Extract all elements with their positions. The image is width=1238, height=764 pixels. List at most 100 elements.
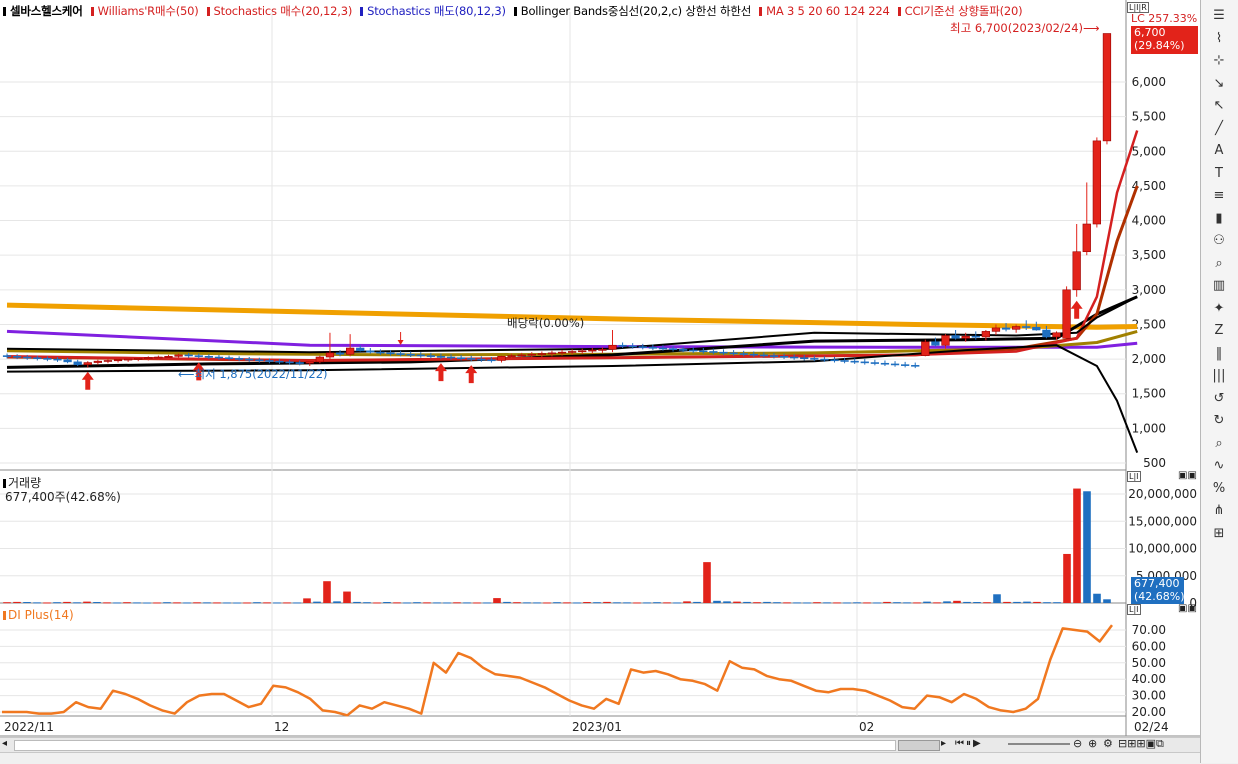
horizontal-scrollbar[interactable]: ◂ ▸ ⏮⏸▶ ⊖ ⊕ ⚙ ⊟⊞⊞▣⧉ xyxy=(0,737,1200,752)
candle-body xyxy=(224,357,234,360)
volume-current: 677,400주(42.68%) xyxy=(5,490,121,504)
candle-body xyxy=(557,351,567,354)
volume-bar xyxy=(163,602,171,604)
candle-body xyxy=(668,348,678,351)
redo-icon[interactable]: ↻ xyxy=(1207,411,1231,431)
candle-body xyxy=(144,357,153,360)
price-tick-label: 500 xyxy=(1143,456,1166,470)
candle-body xyxy=(618,344,627,347)
undo-icon[interactable]: ↺ xyxy=(1207,389,1231,409)
z-icon[interactable]: Z xyxy=(1207,321,1231,341)
candle-body xyxy=(769,355,779,357)
volume-bar xyxy=(1063,553,1071,603)
price-tick-label: 5,500 xyxy=(1132,110,1166,124)
candle-body xyxy=(83,362,92,365)
volume-box-pct: (42.68%) xyxy=(1134,590,1185,603)
volume-bar xyxy=(1073,488,1081,603)
search-doc-icon[interactable]: ⌕ xyxy=(1207,254,1231,274)
auto-icon[interactable]: A xyxy=(1207,141,1231,161)
bar-chart-icon[interactable]: ▥ xyxy=(1207,276,1231,296)
volume-box-value: 677,400 xyxy=(1134,577,1180,590)
volume-bar xyxy=(743,601,751,603)
volume-bar xyxy=(353,601,361,603)
volume-bar xyxy=(183,602,191,604)
candle-body xyxy=(335,352,345,355)
tool-menu-icon[interactable]: ☰ xyxy=(1207,6,1231,26)
binoculars-icon[interactable]: ⚇ xyxy=(1207,231,1231,251)
candle-body xyxy=(941,335,950,346)
trend-arrow-icon[interactable]: ↘ xyxy=(1207,74,1231,94)
volume-bar xyxy=(713,600,721,603)
scroll-left-icon[interactable]: ◂ xyxy=(2,738,7,749)
volume-bar xyxy=(1003,601,1011,603)
volume-bar xyxy=(973,602,981,604)
candle-body xyxy=(588,349,597,352)
candle-body xyxy=(870,362,879,364)
candle-body xyxy=(164,356,173,358)
candle-body xyxy=(1072,251,1081,291)
settings-icon[interactable]: ⚙ xyxy=(1103,737,1113,750)
candle-body xyxy=(33,357,42,360)
di-title-text: DI Plus(14) xyxy=(8,608,74,622)
low-label: ⟵최저 1,875(2022/11/22) xyxy=(178,366,328,382)
wave-icon[interactable]: ∿ xyxy=(1207,456,1231,476)
volume-bar xyxy=(1043,602,1051,604)
candle-body xyxy=(346,347,355,355)
x-tick-label: 02/24 xyxy=(1134,720,1169,734)
candle-body xyxy=(890,363,900,366)
pointer-icon[interactable]: ↖ xyxy=(1207,96,1231,116)
candle-body xyxy=(850,360,859,363)
text-tool-icon[interactable]: T xyxy=(1207,164,1231,184)
parallel-icon[interactable]: ‖ xyxy=(1207,344,1231,364)
magic-icon[interactable]: ✦ xyxy=(1207,299,1231,319)
candle-icon[interactable]: ▮ xyxy=(1207,209,1231,229)
candle-body xyxy=(901,364,910,366)
percent-icon[interactable]: % xyxy=(1207,479,1231,499)
zoom-in-icon[interactable]: ⊕ xyxy=(1088,737,1097,750)
candle-body xyxy=(719,351,728,354)
di-plus-line xyxy=(2,624,1113,717)
candle-body xyxy=(2,355,12,357)
crosshair-icon[interactable]: ⊹ xyxy=(1207,51,1231,71)
candle-body xyxy=(416,354,425,357)
volume-bar xyxy=(43,602,51,604)
price-tick-label: 4,000 xyxy=(1132,214,1166,228)
candle-body xyxy=(325,352,335,358)
candle-body xyxy=(689,349,698,352)
volume-bar xyxy=(193,602,201,604)
fork-icon[interactable]: ⋔ xyxy=(1207,501,1231,521)
candle-body xyxy=(386,352,395,355)
scroll-track[interactable] xyxy=(14,740,896,751)
volume-bar xyxy=(823,602,831,604)
view-icons[interactable]: ⊟⊞⊞▣⧉ xyxy=(1118,737,1164,751)
volume-bar xyxy=(983,602,991,604)
volume-bar xyxy=(103,602,111,604)
volume-bar xyxy=(13,601,21,603)
candle-body xyxy=(1032,326,1041,331)
candle-body xyxy=(487,359,496,362)
zoom-out-icon[interactable]: ⊖ xyxy=(1073,737,1082,750)
grid-icon[interactable]: ⊞ xyxy=(1207,524,1231,544)
buy-signal-arrow xyxy=(81,371,94,390)
candle-body xyxy=(951,335,960,339)
candle-body xyxy=(921,341,930,356)
playback-controls[interactable]: ⏮⏸▶ xyxy=(955,738,983,749)
zoom-icon[interactable]: ⌕ xyxy=(1207,434,1231,454)
scroll-thumb[interactable] xyxy=(898,740,940,751)
candle-body xyxy=(810,358,819,360)
volume-bar xyxy=(793,602,801,604)
vertical-lines-icon[interactable]: ||| xyxy=(1207,366,1231,386)
volume-bar xyxy=(233,602,241,604)
candle-body xyxy=(436,356,446,358)
all-icon[interactable]: ≡ xyxy=(1207,186,1231,206)
candle-body xyxy=(154,356,163,359)
line-chart-icon[interactable]: ⌇ xyxy=(1207,29,1231,49)
di-title: DI Plus(14) xyxy=(3,608,74,622)
candle-body xyxy=(517,354,526,357)
zoom-slider[interactable] xyxy=(1008,743,1070,745)
volume-bar xyxy=(1103,599,1111,603)
scroll-right-icon[interactable]: ▸ xyxy=(941,738,946,749)
line-draw-icon[interactable]: ╱ xyxy=(1207,119,1231,139)
candle-body xyxy=(820,358,829,361)
dividend-label: 배당락(0.00%) xyxy=(507,316,585,330)
